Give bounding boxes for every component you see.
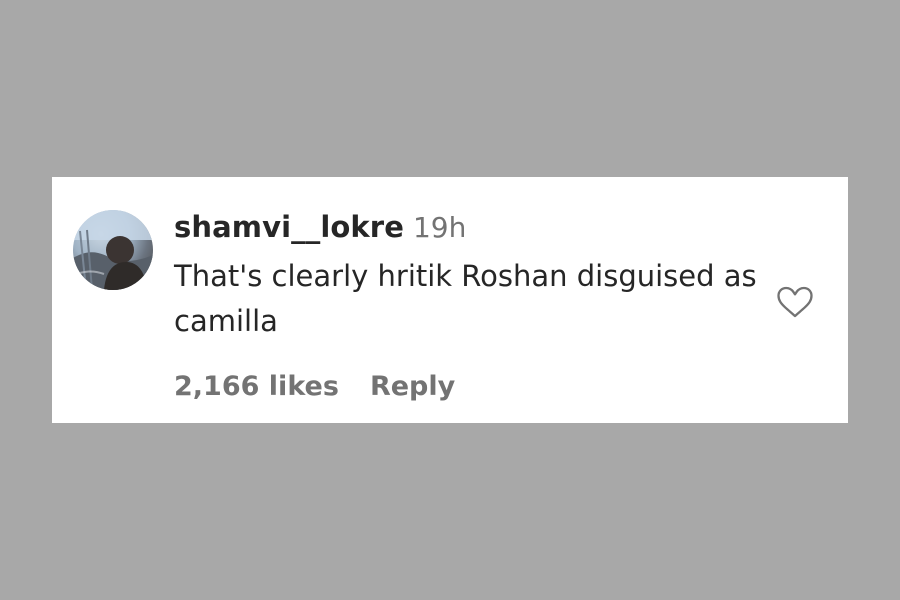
comment-actions: 2,166 likes Reply (174, 373, 455, 400)
comment-body: shamvi__lokre 19h That's clearly hritik … (174, 213, 774, 344)
reply-button[interactable]: Reply (370, 373, 455, 400)
username[interactable]: shamvi__lokre (174, 213, 404, 242)
comment-card: shamvi__lokre 19h That's clearly hritik … (52, 177, 848, 423)
heart-icon[interactable] (776, 285, 814, 319)
comment-text: That's clearly hritik Roshan disguised a… (174, 259, 757, 338)
heart-outline-icon (777, 286, 813, 318)
timestamp: 19h (412, 211, 467, 244)
profile-photo (73, 210, 153, 290)
comment-header: shamvi__lokre 19h (174, 213, 774, 242)
likes-count[interactable]: 2,166 likes (174, 373, 339, 400)
avatar[interactable] (73, 210, 153, 290)
